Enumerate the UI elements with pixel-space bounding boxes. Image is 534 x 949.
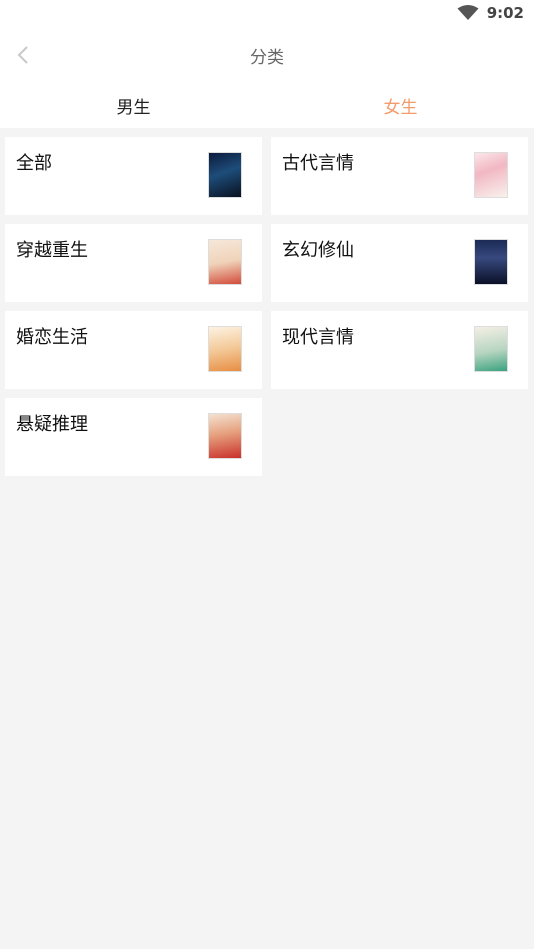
chevron-left-icon xyxy=(17,46,28,64)
category-card-ancient-romance[interactable]: 古代言情 xyxy=(271,137,528,215)
category-card-marriage[interactable]: 婚恋生活 xyxy=(5,311,262,389)
category-label: 婚恋生活 xyxy=(16,327,88,348)
title-bar: 分类 xyxy=(0,28,534,82)
tab-female[interactable]: 女生 xyxy=(267,82,534,128)
back-button[interactable] xyxy=(12,44,34,66)
category-label: 古代言情 xyxy=(282,153,354,174)
category-grid: 全部 古代言情 穿越重生 玄幻修仙 婚恋生活 现代言情 悬疑推理 xyxy=(5,137,529,476)
category-label: 现代言情 xyxy=(282,327,354,348)
gender-tabs: 男生 女生 xyxy=(0,82,534,128)
category-card-all[interactable]: 全部 xyxy=(5,137,262,215)
category-content: 全部 古代言情 穿越重生 玄幻修仙 婚恋生活 现代言情 悬疑推理 xyxy=(0,128,534,476)
status-indicators: 9:02 xyxy=(457,4,524,22)
book-cover-image xyxy=(474,239,508,285)
book-cover-image xyxy=(474,326,508,372)
book-cover-image xyxy=(208,152,242,198)
category-card-fantasy[interactable]: 玄幻修仙 xyxy=(271,224,528,302)
category-card-time-travel[interactable]: 穿越重生 xyxy=(5,224,262,302)
tab-male[interactable]: 男生 xyxy=(0,82,267,128)
book-cover-image xyxy=(208,413,242,459)
category-label: 全部 xyxy=(16,153,52,174)
wifi-icon xyxy=(457,5,479,20)
status-time: 9:02 xyxy=(486,4,524,22)
book-cover-image xyxy=(208,239,242,285)
status-bar: 9:02 xyxy=(0,0,534,28)
top-section: 9:02 分类 男生 女生 xyxy=(0,0,534,128)
category-card-modern-romance[interactable]: 现代言情 xyxy=(271,311,528,389)
category-card-mystery[interactable]: 悬疑推理 xyxy=(5,398,262,476)
category-label: 玄幻修仙 xyxy=(282,240,354,261)
book-cover-image xyxy=(208,326,242,372)
book-cover-image xyxy=(474,152,508,198)
page-title: 分类 xyxy=(250,47,284,68)
category-label: 穿越重生 xyxy=(16,240,88,261)
category-label: 悬疑推理 xyxy=(16,414,88,435)
